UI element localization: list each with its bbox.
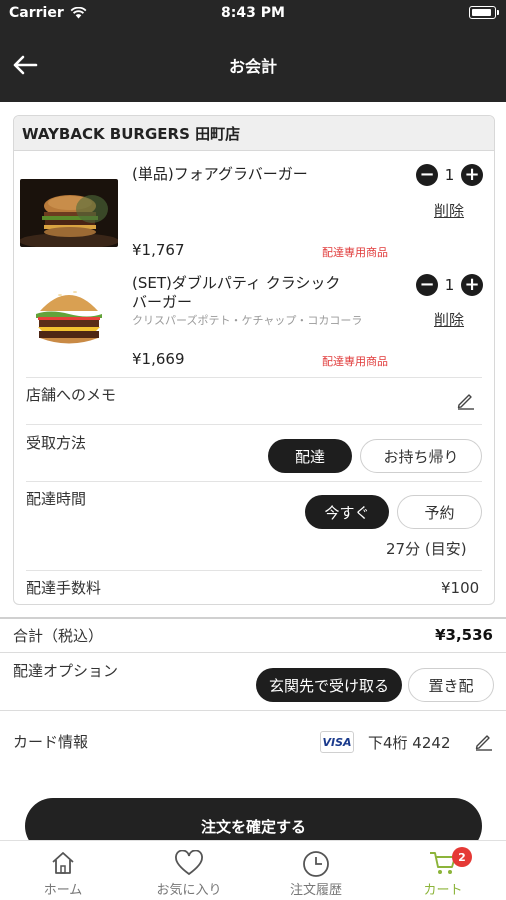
delete-item-link[interactable]: 削除 [434,200,464,221]
delivery-estimate: 27分 (目安) [386,540,467,558]
delivery-only-tag: 配達専用商品 [322,246,388,259]
item-price: ¥1,669 [132,350,185,368]
memo-label: 店舗へのメモ [26,386,117,404]
divider [26,377,482,378]
item-name-line2: バーガー [132,293,193,311]
leave-at-door-button[interactable]: 置き配 [408,668,494,702]
checkout-screen: Carrier 8:43 PM お会計 WAYBACK BURGERS 田町店 [0,0,506,900]
item-price: ¥1,767 [132,241,185,259]
cart-count-badge: 2 [452,847,472,867]
increase-quantity-button[interactable]: + [461,164,483,186]
decrease-quantity-button[interactable]: − [416,164,438,186]
total-value: ¥3,536 [435,626,493,644]
shop-order-card: WAYBACK BURGERS 田町店 (単品)フォアグラバーガー ¥1,767… [13,115,495,605]
card-last-digits: 下4桁 4242 [368,734,451,752]
tab-bar: ホーム お気に入り 注文履歴 2 カート [0,840,506,900]
delivery-fee-value: ¥100 [441,579,480,597]
visa-card-icon: VISA [320,731,354,753]
edit-memo-icon[interactable] [456,390,476,414]
tab-home[interactable]: ホーム [0,841,126,900]
tab-label: 注文履歴 [289,883,342,898]
shop-name: WAYBACK BURGERS 田町店 [14,116,494,151]
foie-gras-burger-image [20,179,118,247]
delivery-time-label: 配達時間 [26,490,87,508]
divider [0,617,506,619]
delivery-option-label: 配達オプション [13,662,119,680]
takeout-option-button[interactable]: お持ち帰り [360,439,482,473]
home-icon [52,852,74,874]
divider [26,481,482,482]
tab-label: ホーム [43,883,83,898]
item-name-line1: (SET)ダブルパティ クラシック [132,274,341,292]
tab-order-history[interactable]: 注文履歴 [253,841,379,900]
card-info-label: カード情報 [13,733,89,751]
item-name: (単品)フォアグラバーガー [132,165,308,183]
schedule-button[interactable]: 予約 [397,495,482,529]
status-time: 8:43 PM [221,5,285,21]
quantity-stepper: − 1 + [416,164,483,186]
decrease-quantity-button[interactable]: − [416,274,438,296]
tab-label: お気に入り [156,883,222,898]
divider [26,570,482,571]
increase-quantity-button[interactable]: + [461,274,483,296]
header: Carrier 8:43 PM お会計 [0,0,506,102]
edit-card-icon[interactable] [474,731,494,755]
quantity-stepper: − 1 + [416,274,483,296]
delivery-fee-label: 配達手数料 [26,579,102,597]
deliver-now-button[interactable]: 今すぐ [305,495,389,529]
receive-method-label: 受取方法 [26,434,87,452]
quantity-value: 1 [444,276,455,294]
tab-label: カート [423,883,463,898]
divider [0,710,506,711]
delivery-option-button[interactable]: 配達 [268,439,352,473]
total-label: 合計（税込） [13,627,104,645]
delete-item-link[interactable]: 削除 [434,309,464,330]
cart-item: (単品)フォアグラバーガー ¥1,767 配達専用商品 − 1 + 削除 [14,151,494,261]
item-set-contents: クリスパーズポテト・ケチャップ・コカコーラ [132,314,363,327]
heart-icon [175,850,203,876]
tab-favorites[interactable]: お気に入り [126,841,252,900]
tab-cart[interactable]: 2 カート [380,841,506,900]
double-patty-burger-image [20,281,118,349]
battery-icon [469,6,499,19]
delivery-only-tag: 配達専用商品 [322,355,388,368]
quantity-value: 1 [444,166,455,184]
divider [0,652,506,653]
clock-icon [303,851,329,877]
page-title: お会計 [228,57,277,76]
hand-delivery-button[interactable]: 玄関先で受け取る [256,668,402,702]
cart-item: (SET)ダブルパティ クラシック バーガー クリスパーズポテト・ケチャップ・コ… [14,261,494,376]
divider [26,424,482,425]
